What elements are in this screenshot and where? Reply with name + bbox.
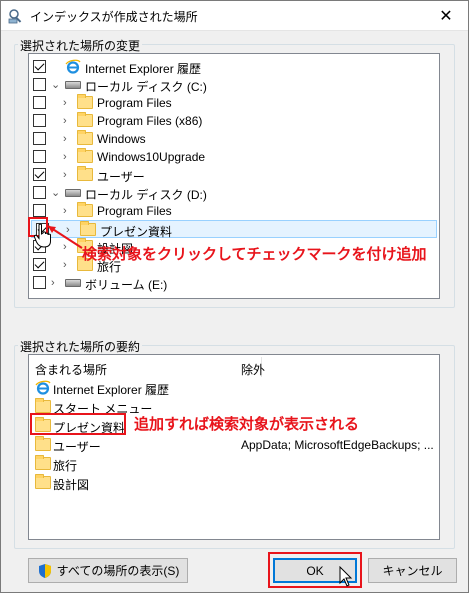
summary-list: 含まれる場所 除外 Internet Explorer 履歴 スタート メニュープ…	[28, 354, 440, 540]
folder-icon	[77, 112, 93, 127]
tree-item[interactable]: Internet Explorer 履歴	[29, 58, 439, 76]
folder-icon	[77, 94, 93, 109]
summary-excluded-label: AppData; MicrosoftEdgeBackups; ...	[241, 438, 434, 452]
chevron-right-icon[interactable]: ›	[63, 169, 73, 181]
chevron-right-icon[interactable]: ›	[51, 277, 61, 289]
tree-item[interactable]: › Program Files (x86)	[29, 112, 439, 130]
tree-item-checkbox[interactable]	[33, 150, 46, 163]
included-column-header: 含まれる場所	[35, 363, 108, 377]
tree-item-label: Internet Explorer 履歴	[85, 62, 202, 76]
tree-item[interactable]: › Program Files	[29, 202, 439, 220]
summary-row: Internet Explorer 履歴	[29, 379, 439, 399]
tree-item-checkbox[interactable]	[33, 204, 46, 217]
hand-cursor-icon	[33, 223, 51, 248]
close-button[interactable]: ✕	[423, 0, 469, 31]
folder-icon	[35, 436, 51, 451]
folder-icon	[35, 474, 51, 489]
folder-icon	[77, 202, 93, 217]
chevron-right-icon[interactable]: ›	[66, 224, 76, 236]
summary-annotation: 追加すれば検索対象が表示される	[134, 416, 360, 433]
chevron-down-icon[interactable]: ⌄	[51, 187, 61, 199]
tree-item[interactable]: › ユーザー	[29, 166, 439, 184]
tree-item-label: Windows	[97, 132, 146, 146]
summary-included-label: プレゼン資料	[53, 421, 126, 435]
close-icon: ✕	[439, 7, 453, 25]
tree-item-label: Program Files (x86)	[97, 114, 203, 128]
tree-item[interactable]: ⌄ ローカル ディスク (D:)	[29, 184, 439, 202]
tree-annotation: 検索対象をクリックしてチェックマークを付け追加	[82, 246, 427, 263]
tree-item-label: ボリューム (E:)	[85, 278, 168, 292]
cancel-label: キャンセル	[382, 564, 443, 578]
tree-item[interactable]: › ボリューム (E:)	[29, 274, 439, 292]
tree-item-checkbox[interactable]	[33, 78, 46, 91]
tree-item-label: Windows10Upgrade	[97, 150, 206, 164]
tree-item[interactable]: ⌄ ローカル ディスク (C:)	[29, 76, 439, 94]
chevron-right-icon[interactable]: ›	[63, 115, 73, 127]
shield-icon	[38, 563, 51, 578]
summary-included-label: Internet Explorer 履歴	[53, 383, 170, 397]
tree-item[interactable]: › プレゼン資料	[31, 220, 437, 239]
chevron-right-icon[interactable]: ›	[63, 241, 73, 253]
show-all-label: すべての場所の表示(S)	[56, 564, 180, 578]
summary-included-label: ユーザー	[53, 440, 101, 454]
window-title: インデックスが作成された場所	[30, 10, 198, 24]
search-options-icon	[8, 9, 22, 24]
folder-icon	[35, 455, 51, 470]
summary-row: 旅行	[29, 455, 439, 475]
tree-item-label: ローカル ディスク (D:)	[85, 188, 207, 202]
internet-explorer-icon	[65, 59, 81, 75]
cancel-button[interactable]: キャンセル	[368, 558, 457, 583]
internet-explorer-icon	[35, 380, 51, 396]
tree-item-checkbox[interactable]	[33, 276, 46, 289]
tree-item-checkbox[interactable]	[33, 114, 46, 127]
change-locations-label: 選択された場所の変更	[18, 37, 143, 54]
folder-icon	[77, 130, 93, 145]
tree-item-label: Program Files	[97, 96, 172, 110]
excluded-column-header: 除外	[241, 363, 266, 377]
tree-item-label: ローカル ディスク (C:)	[85, 80, 207, 94]
summary-included-label: 旅行	[53, 459, 78, 473]
drive-icon	[65, 81, 81, 89]
tree-item-checkbox[interactable]	[33, 258, 46, 271]
folder-icon	[35, 398, 51, 413]
ok-label: OK	[306, 563, 324, 578]
drive-icon	[65, 189, 81, 197]
summary-row: ユーザー AppData; MicrosoftEdgeBackups; ...	[29, 436, 439, 456]
folder-icon	[77, 148, 93, 163]
tree-item-checkbox[interactable]	[33, 96, 46, 109]
tree-item[interactable]: › Windows	[29, 130, 439, 148]
summary-row: 設計図	[29, 474, 439, 494]
tree-item-checkbox[interactable]	[33, 60, 46, 73]
chevron-right-icon[interactable]: ›	[63, 151, 73, 163]
tree-item-checkbox[interactable]	[33, 132, 46, 145]
tree-item-checkbox[interactable]	[33, 168, 46, 181]
tree-item[interactable]: › Program Files	[29, 94, 439, 112]
chevron-right-icon[interactable]: ›	[63, 259, 73, 271]
chevron-right-icon[interactable]: ›	[63, 133, 73, 145]
folder-icon	[77, 166, 93, 181]
chevron-right-icon[interactable]: ›	[63, 97, 73, 109]
summary-included-label: 設計図	[53, 478, 90, 492]
tree-item-checkbox[interactable]	[33, 186, 46, 199]
tree-item-label: ユーザー	[97, 170, 145, 184]
chevron-down-icon[interactable]: ⌄	[51, 79, 61, 91]
drive-icon	[65, 279, 81, 287]
title-bar: インデックスが作成された場所 ✕	[0, 0, 469, 31]
arrow-cursor-icon	[339, 566, 353, 587]
show-all-locations-button[interactable]: すべての場所の表示(S)	[28, 558, 188, 583]
folder-icon	[35, 417, 51, 432]
tree-item[interactable]: › Windows10Upgrade	[29, 148, 439, 166]
summary-label: 選択された場所の要約	[18, 338, 143, 355]
tree-item-label: Program Files	[97, 204, 172, 218]
folder-icon	[80, 221, 96, 236]
chevron-right-icon[interactable]: ›	[63, 205, 73, 217]
